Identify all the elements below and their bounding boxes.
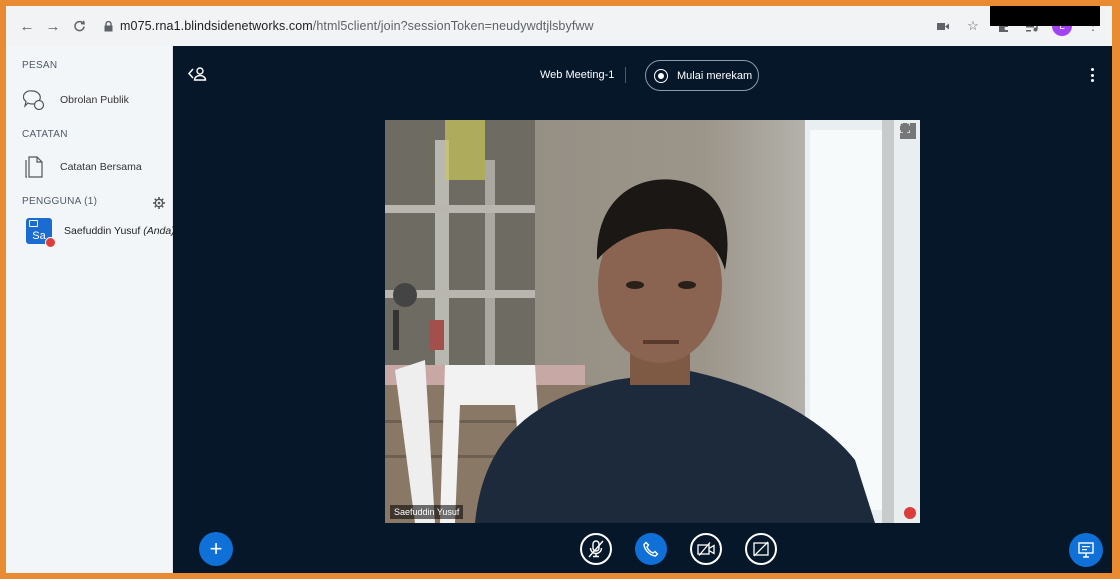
user-list-sidebar: PESAN Obrolan Publik CATATAN Catatan Ber… xyxy=(6,46,175,573)
users-section-title: PENGGUNA (1) xyxy=(22,196,98,207)
avatar-initials: Sa xyxy=(32,230,46,242)
camera-off-icon xyxy=(697,542,715,556)
webcam-video[interactable]: Saefuddin Yusuf xyxy=(385,120,920,523)
meeting-area: Web Meeting-1 Mulai merekam Saefuddin Yu… xyxy=(173,46,1112,573)
record-label: Mulai merekam xyxy=(677,69,753,82)
webcam-frame-image xyxy=(385,120,920,523)
self-tag: (Anda) xyxy=(143,225,175,237)
screen-share-off-icon xyxy=(753,541,769,557)
lock-icon[interactable] xyxy=(102,19,114,33)
user-name-text: Saefuddin Yusuf xyxy=(64,225,141,237)
fullscreen-icon[interactable] xyxy=(900,123,916,139)
url-host: m075.rna1.blindsidenetworks.com xyxy=(120,19,313,33)
leave-audio-button[interactable] xyxy=(635,533,667,565)
video-name-label: Saefuddin Yusuf xyxy=(390,505,464,519)
chat-bubble-icon xyxy=(22,88,46,112)
window-titlebar-strip xyxy=(990,6,1100,26)
share-screen-button[interactable] xyxy=(745,533,777,565)
reload-icon[interactable] xyxy=(68,15,90,37)
bookmark-star-icon[interactable]: ☆ xyxy=(962,15,984,37)
public-chat-label: Obrolan Publik xyxy=(60,94,129,106)
options-menu-icon[interactable] xyxy=(1091,68,1095,82)
public-chat-item[interactable]: Obrolan Publik xyxy=(22,88,129,112)
meeting-title: Web Meeting-1 xyxy=(540,69,615,81)
shared-notes-item[interactable]: Catatan Bersama xyxy=(22,155,142,179)
video-muted-icon xyxy=(904,507,916,519)
address-bar[interactable]: m075.rna1.blindsidenetworks.com/html5cli… xyxy=(120,19,594,33)
notes-section-title: CATATAN xyxy=(22,129,68,140)
record-icon xyxy=(654,68,668,83)
notes-document-icon xyxy=(22,155,46,179)
actions-plus-button[interactable]: + xyxy=(199,532,233,566)
user-options-gear-icon[interactable] xyxy=(153,196,165,209)
presentation-icon xyxy=(1078,542,1094,558)
presentation-button[interactable] xyxy=(1069,533,1103,567)
user-name: Saefuddin Yusuf (Anda) xyxy=(64,225,175,237)
toggle-userlist-icon[interactable] xyxy=(187,66,208,82)
presenter-monitor-icon xyxy=(29,220,38,227)
camera-indicator-icon[interactable] xyxy=(932,15,954,37)
title-separator xyxy=(625,67,626,83)
share-webcam-button[interactable] xyxy=(690,533,722,565)
start-recording-button[interactable]: Mulai merekam xyxy=(645,60,759,91)
screenshot-frame: ← → m075.rna1.blindsidenetworks.com/html… xyxy=(6,6,1112,573)
forward-arrow-icon[interactable]: → xyxy=(42,15,64,37)
phone-icon xyxy=(643,541,659,557)
back-arrow-icon[interactable]: ← xyxy=(16,15,38,37)
url-path: /html5client/join?sessionToken=neudywdtj… xyxy=(312,19,594,33)
unmute-mic-button[interactable] xyxy=(580,533,612,565)
shared-notes-label: Catatan Bersama xyxy=(60,161,142,173)
browser-toolbar: ← → m075.rna1.blindsidenetworks.com/html… xyxy=(6,6,1112,46)
user-avatar: Sa xyxy=(26,218,56,248)
muted-mic-badge-icon xyxy=(45,237,56,248)
user-list-item[interactable]: Sa Saefuddin Yusuf (Anda) xyxy=(26,218,175,248)
messages-section-title: PESAN xyxy=(22,60,58,71)
muted-mic-icon xyxy=(588,540,604,558)
